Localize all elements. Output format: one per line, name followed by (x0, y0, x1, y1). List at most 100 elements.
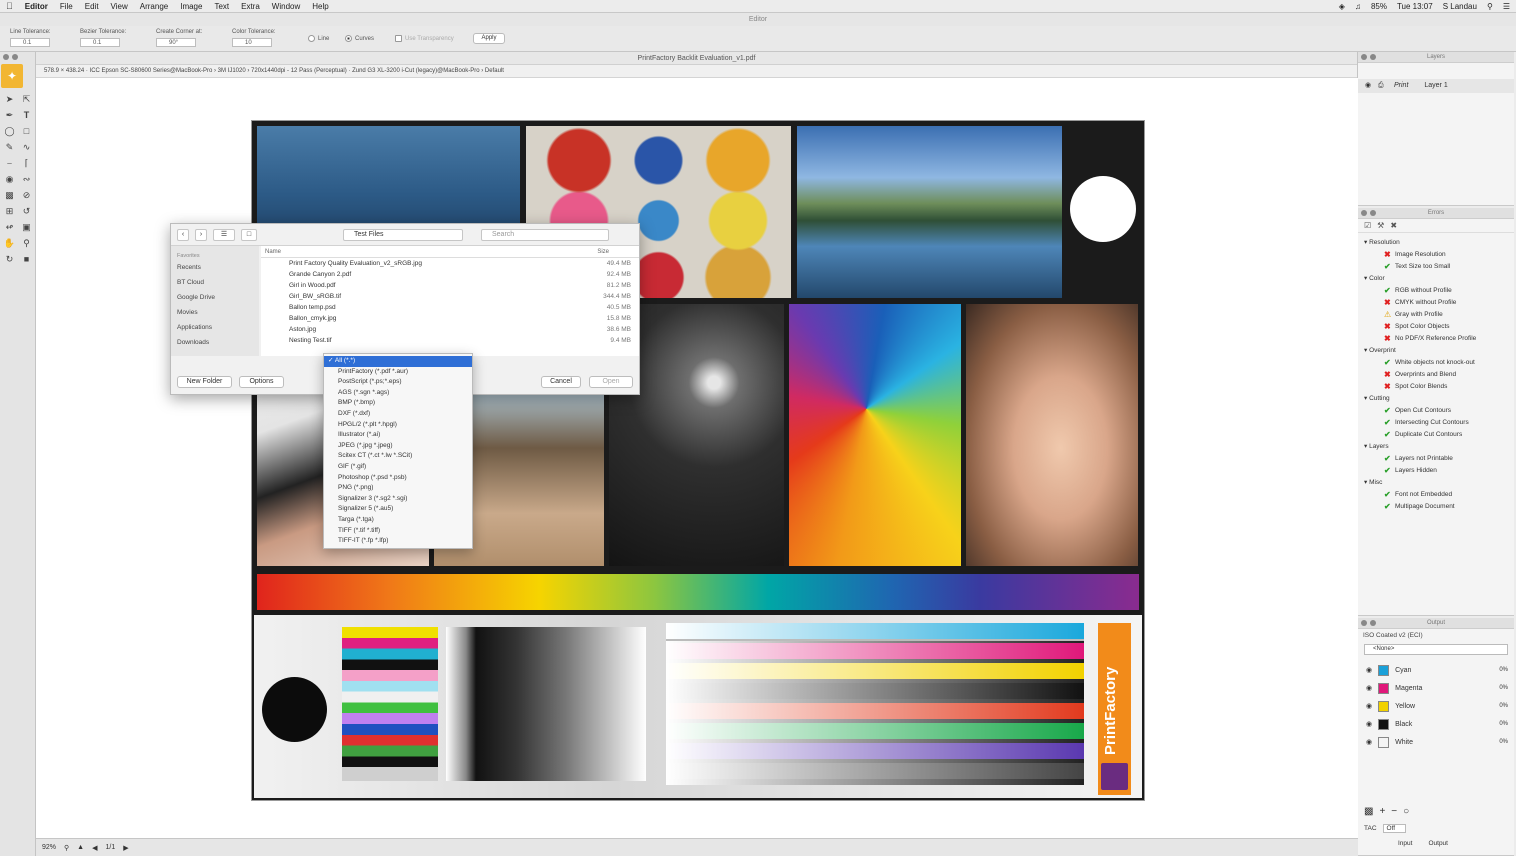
eye-icon[interactable]: ◉ (1366, 720, 1372, 728)
format-option[interactable]: Signalizer 3 (*.sg2 *.sgi) (324, 494, 472, 505)
favorite-bt-cloud[interactable]: BT Cloud (177, 275, 253, 290)
favorite-google-drive[interactable]: Google Drive (177, 290, 253, 305)
apply-button[interactable]: Apply (473, 33, 505, 44)
menu-file[interactable]: File (60, 2, 73, 11)
forward-icon[interactable]: › (195, 228, 207, 241)
user-name[interactable]: S Landau (1443, 2, 1477, 11)
options-button[interactable]: Options (239, 376, 284, 388)
format-option[interactable]: JPEG (*.jpg *.jpeg) (324, 441, 472, 452)
new-folder-icon[interactable]: □ (241, 228, 257, 241)
volume-icon[interactable]: ♫ (1355, 2, 1361, 11)
error-category[interactable]: ▾ Layers (1364, 441, 1514, 453)
photo-woman-face[interactable] (966, 304, 1138, 566)
file-row[interactable]: Girl_BW_sRGB.tif 344.4 MB (261, 291, 639, 302)
pen-tool-icon[interactable]: ✒ (2, 108, 17, 123)
file-row[interactable]: Aston.jpg 38.6 MB (261, 324, 639, 335)
format-option[interactable]: PostScript (*.ps;*.eps) (324, 377, 472, 388)
format-option[interactable]: Photoshop (*.psd *.psb) (324, 473, 472, 484)
favorite-movies[interactable]: Movies (177, 305, 253, 320)
menu-arrange[interactable]: Arrange (140, 2, 168, 11)
menu-help[interactable]: Help (312, 2, 328, 11)
gradient-tool-icon[interactable]: ▩ (2, 188, 17, 203)
error-item[interactable]: ✔ Layers not Printable (1364, 453, 1514, 465)
bezier-tolerance-field[interactable]: 0.1 (80, 38, 120, 47)
favorite-applications[interactable]: Applications (177, 320, 253, 335)
cancel-button[interactable]: Cancel (541, 376, 581, 388)
error-item[interactable]: ✖ No PDF/X Reference Profile (1364, 333, 1514, 345)
file-row[interactable]: Ballon temp.psd 40.5 MB (261, 302, 639, 313)
favorite-recents[interactable]: Recents (177, 260, 253, 275)
eraser-tool-icon[interactable]: ⊘ (19, 188, 34, 203)
zoom-tool-icon[interactable]: ⚲ (19, 236, 34, 251)
eye-icon[interactable]: ◉ (1366, 738, 1372, 746)
ink-row[interactable]: ◉ Yellow 0% (1358, 697, 1514, 715)
column-name[interactable]: Name (265, 246, 281, 257)
direct-select-tool-icon[interactable]: ⇱ (19, 92, 34, 107)
format-option[interactable]: HPGL/2 (*.plt *.hpgl) (324, 420, 472, 431)
eye-icon[interactable]: ◉ (1365, 79, 1371, 93)
menu-window[interactable]: Window (272, 2, 300, 11)
swatch-icon[interactable]: ▩ (1364, 806, 1373, 817)
create-corner-field[interactable]: 90° (156, 38, 196, 47)
format-option-all[interactable]: ✓ All (*.*) (324, 356, 472, 367)
eye-icon[interactable]: ◉ (1366, 702, 1372, 710)
tab-output[interactable]: Output (1428, 840, 1448, 847)
minimize-icon[interactable] (1370, 620, 1376, 626)
format-option[interactable]: TIFF (*.tif *.tiff) (324, 526, 472, 537)
prev-page-icon[interactable]: ◀ (92, 844, 97, 852)
disclosure-icon[interactable]: ▾ (1364, 239, 1367, 246)
ink-row[interactable]: ◉ Black 0% (1358, 715, 1514, 733)
error-item[interactable]: ✖ Overprints and Blend (1364, 369, 1514, 381)
ellipse-tool-icon[interactable]: ◯ (2, 124, 17, 139)
output-select[interactable]: <None> (1364, 644, 1508, 655)
format-option[interactable]: AGS (*.sgn *.ags) (324, 388, 472, 399)
minimize-icon[interactable] (1370, 54, 1376, 60)
menu-view[interactable]: View (111, 2, 128, 11)
check-icon[interactable]: ☑ (1364, 221, 1371, 230)
fix-icon[interactable]: ⚒ (1377, 221, 1384, 230)
format-option[interactable]: GIF (*.gif) (324, 462, 472, 473)
file-row[interactable]: Nesting Test.tif 9.4 MB (261, 335, 639, 346)
error-item[interactable]: ✔ RGB without Profile (1364, 285, 1514, 297)
transform-tool-icon[interactable]: ↺ (19, 204, 34, 219)
new-folder-button[interactable]: New Folder (177, 376, 232, 388)
stamp-tool-icon[interactable]: ■ (19, 252, 34, 267)
minimize-icon[interactable] (1370, 210, 1376, 216)
error-category[interactable]: ▾ Misc (1364, 477, 1514, 489)
format-option[interactable]: Scitex CT (*.ct *.lw *.SCit) (324, 451, 472, 462)
layer-row[interactable]: ◉ ⎙ Print Layer 1 (1358, 79, 1514, 93)
error-item[interactable]: ✔ Font not Embedded (1364, 489, 1514, 501)
text-tool-icon[interactable]: T (19, 108, 34, 123)
clock[interactable]: Tue 13:07 (1397, 2, 1433, 11)
ink-row[interactable]: ◉ Magenta 0% (1358, 679, 1514, 697)
error-category[interactable]: ▾ Cutting (1364, 393, 1514, 405)
error-category[interactable]: ▾ Overprint (1364, 345, 1514, 357)
trash-icon[interactable]: ✖ (1390, 221, 1397, 230)
format-option[interactable]: PrintFactory (*.pdf *.aur) (324, 367, 472, 378)
menu-edit[interactable]: Edit (85, 2, 99, 11)
error-item[interactable]: ✔ White objects not knock-out (1364, 357, 1514, 369)
format-option[interactable]: PNG (*.png) (324, 483, 472, 494)
close-icon[interactable] (1361, 620, 1367, 626)
node-tool-icon[interactable]: ∾ (19, 172, 34, 187)
photo-crayons[interactable] (789, 304, 961, 566)
zoom-icon[interactable]: ⚲ (64, 844, 69, 852)
file-row[interactable]: Girl in Wood.pdf 81.2 MB (261, 280, 639, 291)
rectangle-tool-icon[interactable]: □ (19, 124, 34, 139)
error-item[interactable]: ✔ Layers Hidden (1364, 465, 1514, 477)
error-item[interactable]: ✔ Duplicate Cut Contours (1364, 429, 1514, 441)
knife-tool-icon[interactable]: ⎯ (2, 156, 17, 171)
close-icon[interactable] (1361, 210, 1367, 216)
disclosure-icon[interactable]: ▾ (1364, 443, 1367, 450)
error-category[interactable]: ▾ Color (1364, 273, 1514, 285)
radio-line-indicator[interactable] (308, 35, 315, 42)
dropper-tool-icon[interactable]: ⌈ (19, 156, 34, 171)
error-category[interactable]: ▾ Resolution (1364, 237, 1514, 249)
menu-extra[interactable]: Extra (241, 2, 260, 11)
use-transparency-checkbox[interactable]: Use Transparency (395, 35, 454, 42)
error-item[interactable]: ✔ Intersecting Cut Contours (1364, 417, 1514, 429)
close-icon[interactable] (3, 54, 9, 60)
hand-tool-icon[interactable]: ✋ (2, 236, 17, 251)
view-mode-icon[interactable]: ☰ (213, 228, 235, 241)
disclosure-icon[interactable]: ▾ (1364, 275, 1367, 282)
